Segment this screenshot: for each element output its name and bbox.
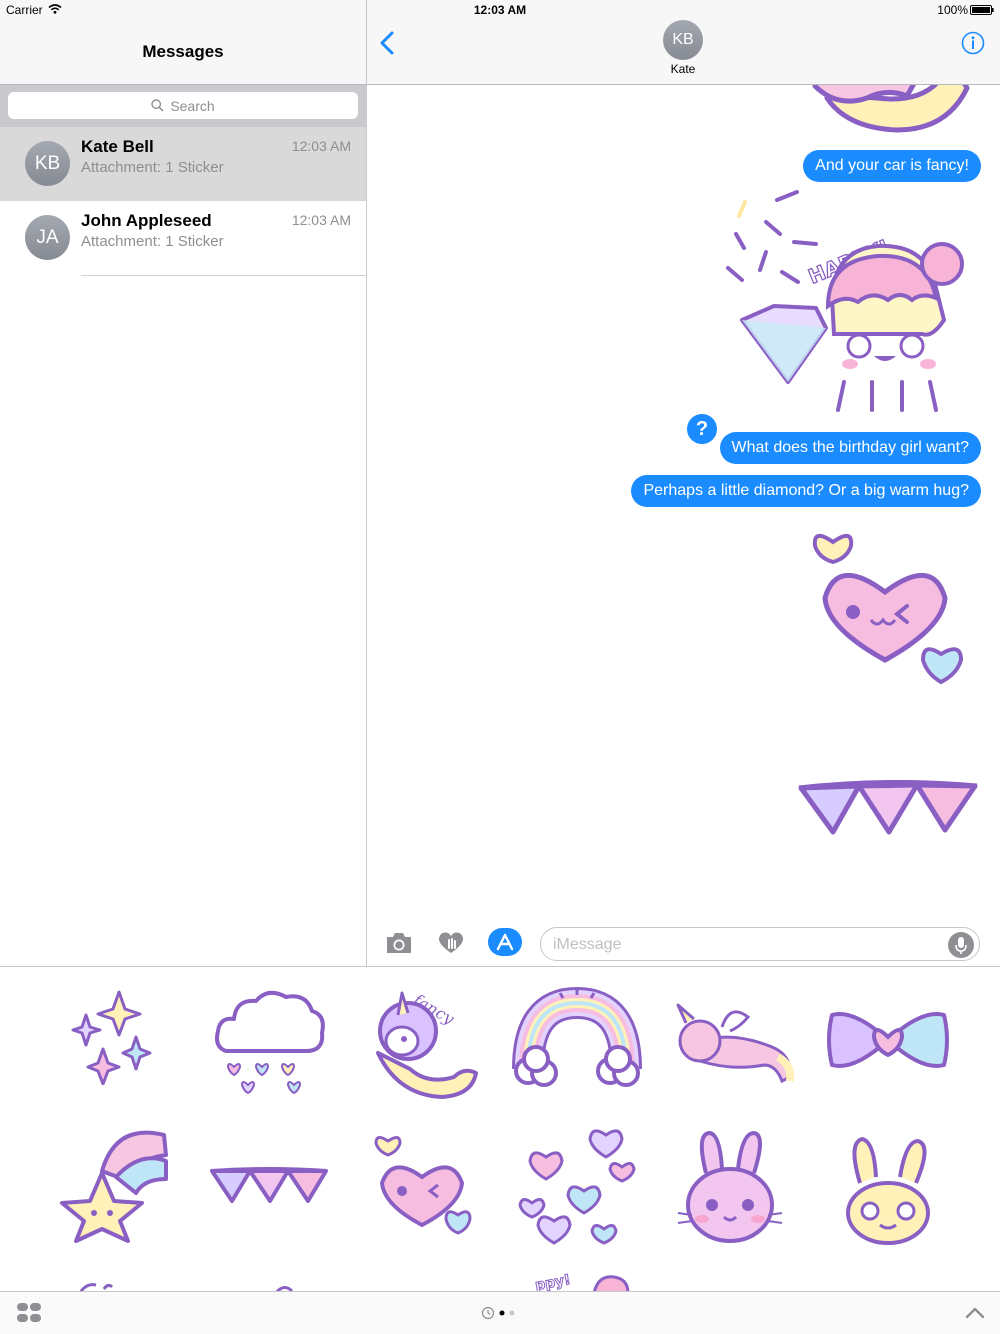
battery-icon xyxy=(970,5,994,15)
sticker-cloud-hearts[interactable] xyxy=(212,985,326,1099)
sticker-bow[interactable] xyxy=(826,1007,950,1073)
contact-avatar[interactable]: KB xyxy=(663,20,703,60)
wink-heart-sticker[interactable] xyxy=(807,528,967,692)
sticker-yellow-bunny[interactable] xyxy=(840,1133,940,1247)
search-icon xyxy=(151,99,164,112)
page-indicator[interactable] xyxy=(481,1306,521,1320)
sticker-shooting-star[interactable] xyxy=(56,1115,172,1243)
message-time: 12:03 AM xyxy=(291,212,351,228)
avatar: KB xyxy=(25,141,70,186)
sticker-sparkles[interactable] xyxy=(70,987,152,1085)
screen: Carrier 12:03 AM 100% Messages Search KB… xyxy=(0,0,1000,1334)
happy-girl-diamond-sticker[interactable]: HAPPY! xyxy=(722,188,972,420)
app-drawer-grid-icon[interactable] xyxy=(16,1302,42,1324)
tapback-question-badge[interactable]: ? xyxy=(684,411,720,447)
contact-name: John Appleseed xyxy=(81,211,212,230)
message-input-placeholder: iMessage xyxy=(553,936,622,953)
message-preview: Attachment: 1 Sticker xyxy=(81,233,224,250)
sticker-partial-happy[interactable]: ppy! xyxy=(532,1271,632,1293)
sticker-pink-bunny[interactable] xyxy=(676,1129,784,1247)
back-chevron-icon[interactable] xyxy=(377,30,397,56)
search-placeholder: Search xyxy=(170,97,215,114)
message-time: 12:03 AM xyxy=(291,138,351,154)
conversation-row-john-appleseed[interactable]: JA John Appleseed Attachment: 1 Sticker … xyxy=(0,201,366,275)
sticker-partial-text: ppy! xyxy=(534,1272,572,1293)
status-time: 12:03 AM xyxy=(473,3,527,17)
chevron-up-icon[interactable] xyxy=(964,1304,986,1322)
sticker-hearts[interactable] xyxy=(518,1125,640,1249)
contact-name[interactable]: Kate xyxy=(633,62,733,76)
digital-touch-icon[interactable] xyxy=(436,930,466,956)
avatar: JA xyxy=(25,215,70,260)
message-preview: Attachment: 1 Sticker xyxy=(81,159,224,176)
sticker-flying-unicorn[interactable] xyxy=(672,1001,798,1085)
conversation-row-kate-bell[interactable]: KB Kate Bell Attachment: 1 Sticker 12:03… xyxy=(0,127,366,201)
microphone-icon[interactable] xyxy=(948,932,974,958)
sticker-wink-heart[interactable] xyxy=(372,1133,474,1241)
message-bubble[interactable]: And your car is fancy! xyxy=(803,150,981,182)
message-input[interactable]: iMessage xyxy=(540,927,980,961)
app-store-icon xyxy=(496,933,514,951)
row-divider xyxy=(81,275,366,276)
camera-icon[interactable] xyxy=(384,930,414,956)
bunting-sticker[interactable] xyxy=(795,780,981,842)
chat-panel: KB Kate And your car is fancy! ? What do… xyxy=(367,0,1000,966)
contact-name: Kate Bell xyxy=(81,137,154,156)
search-input[interactable]: Search xyxy=(8,92,358,119)
battery-percent: 100% xyxy=(937,3,968,17)
message-bubble[interactable]: Perhaps a little diamond? Or a big warm … xyxy=(631,475,981,507)
sticker-unicorn-moon[interactable]: fancy xyxy=(368,981,482,1103)
message-bubble[interactable]: What does the birthday girl want? xyxy=(719,432,981,464)
drawer-toolbar xyxy=(0,1291,1000,1334)
page-title: Messages xyxy=(142,42,224,61)
app-store-button[interactable] xyxy=(488,928,522,956)
search-bar: Search xyxy=(0,85,366,127)
conversation-list-panel: Messages Search KB Kate Bell Attachment:… xyxy=(0,0,367,966)
sticker-rainbow[interactable] xyxy=(512,987,642,1093)
compose-bar: iMessage xyxy=(367,920,1000,966)
status-bar: Carrier 12:03 AM 100% xyxy=(0,0,1000,20)
sticker-drawer: fancy ppy! xyxy=(0,966,1000,1334)
sticker-bunting[interactable] xyxy=(208,1167,330,1205)
info-icon[interactable] xyxy=(961,31,985,55)
